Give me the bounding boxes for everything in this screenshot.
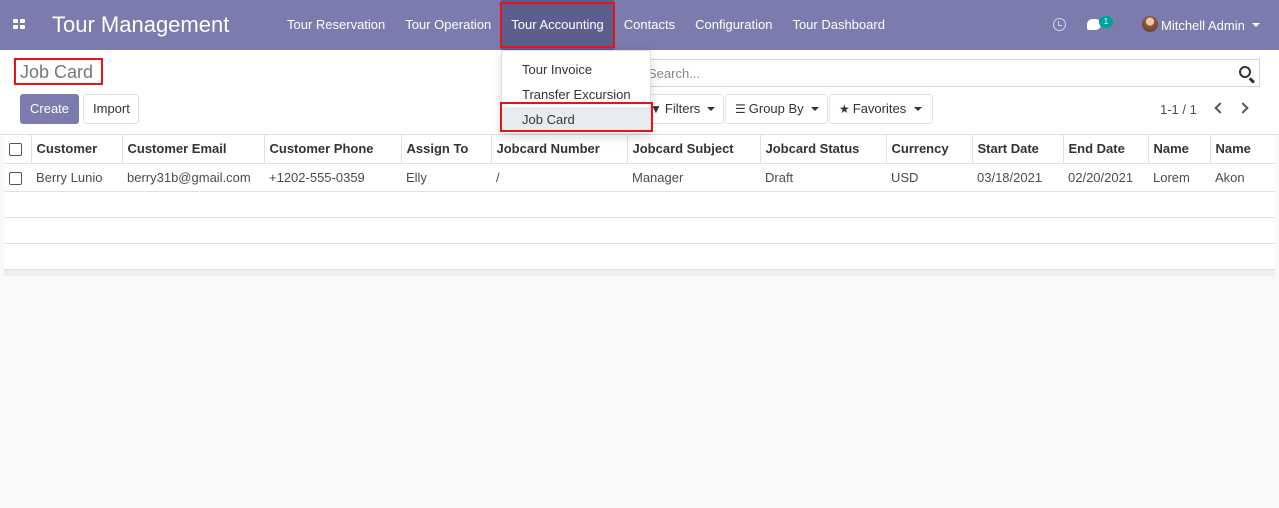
favorites-caret-icon (914, 107, 922, 111)
table-cell[interactable]: berry31b@gmail.com (122, 163, 264, 192)
column-header[interactable]: Customer Email (122, 135, 265, 164)
table-cell[interactable]: Draft (760, 163, 886, 192)
list-footer (4, 269, 1275, 276)
table-cell[interactable]: Akon (1210, 163, 1275, 192)
page-title: Job Card (20, 62, 94, 82)
list-bars-icon: ☰ (735, 102, 746, 116)
group-by-caret-icon (811, 107, 819, 111)
table-cell[interactable]: Manager (627, 163, 760, 192)
group-by-button[interactable]: ☰ Group By (725, 94, 828, 124)
filters-label: Filters (664, 101, 701, 116)
user-menu-name[interactable]: Mitchell Admin (1161, 18, 1245, 33)
table-cell[interactable]: Berry Lunio (31, 163, 122, 192)
menu-tour-reservation[interactable]: Tour Reservation (277, 0, 395, 50)
column-header[interactable]: Jobcard Status (760, 135, 887, 164)
select-all-cell (4, 135, 32, 164)
menu-configuration[interactable]: Configuration (685, 0, 782, 50)
apps-menu-icon[interactable] (13, 19, 26, 30)
column-header[interactable]: Name (1148, 135, 1211, 164)
empty-row (4, 243, 1275, 269)
column-header[interactable]: Start Date (972, 135, 1064, 164)
column-header[interactable]: Currency (886, 135, 973, 164)
filter-funnel-icon: ▼ (650, 102, 662, 116)
dropdown-item-tour-invoice[interactable]: Tour Invoice (502, 57, 650, 82)
column-header[interactable]: Customer (31, 135, 123, 164)
menu-tour-dashboard[interactable]: Tour Dashboard (782, 0, 895, 50)
search-icon[interactable] (1239, 66, 1251, 78)
empty-row (4, 217, 1275, 244)
table-cell[interactable]: Elly (401, 163, 491, 192)
user-avatar[interactable] (1142, 16, 1158, 32)
column-header[interactable]: Jobcard Number (491, 135, 628, 164)
tour-accounting-dropdown: Tour Invoice Transfer Excursion Job Card (501, 50, 651, 134)
list-view: Customer Customer Email Customer Phone A… (4, 135, 1275, 276)
column-header[interactable]: Assign To (401, 135, 492, 164)
column-header[interactable]: Jobcard Subject (627, 135, 761, 164)
activity-clock-icon[interactable] (1053, 18, 1066, 31)
row-checkbox[interactable] (9, 171, 22, 185)
chat-count-badge: 1 (1099, 16, 1113, 28)
menu-tour-operation[interactable]: Tour Operation (395, 0, 501, 50)
select-all-checkbox[interactable] (9, 143, 22, 157)
pager-previous-icon[interactable] (1214, 102, 1226, 114)
table-cell[interactable]: 02/20/2021 (1063, 163, 1148, 192)
top-navbar: Tour Management Tour Reservation Tour Op… (0, 0, 1279, 50)
empty-row (4, 191, 1275, 218)
import-button[interactable]: Import (83, 94, 139, 124)
group-by-label: Group By (748, 101, 804, 116)
create-button[interactable]: Create (20, 94, 79, 124)
column-header[interactable]: End Date (1063, 135, 1149, 164)
column-header[interactable]: Customer Phone (264, 135, 402, 164)
favorites-label: Favorites (852, 101, 907, 116)
app-brand[interactable]: Tour Management (52, 12, 229, 38)
row-select-cell (4, 163, 31, 192)
pager-value[interactable]: 1-1 / 1 (1160, 102, 1197, 117)
empty-content-area (4, 276, 1275, 508)
menu-tour-accounting[interactable]: Tour Accounting (501, 0, 614, 50)
job-card-table: Customer Customer Email Customer Phone A… (4, 135, 1275, 269)
table-cell[interactable]: +1202-555-0359 (264, 163, 401, 192)
table-cell[interactable]: 03/18/2021 (972, 163, 1063, 192)
favorites-button[interactable]: ★ Favorites (829, 94, 933, 124)
pager-next-icon[interactable] (1237, 102, 1249, 114)
user-menu-caret-icon[interactable] (1252, 23, 1260, 27)
menu-contacts[interactable]: Contacts (614, 0, 685, 50)
table-header-row: Customer Customer Email Customer Phone A… (4, 135, 1275, 164)
column-header[interactable]: Name (1210, 135, 1275, 164)
star-icon: ★ (839, 102, 850, 116)
table-row[interactable]: Berry Lunio berry31b@gmail.com +1202-555… (4, 163, 1275, 192)
table-cell[interactable]: Lorem (1148, 163, 1210, 192)
main-menu: Tour Reservation Tour Operation Tour Acc… (277, 0, 895, 50)
table-cell[interactable]: / (491, 163, 627, 192)
filters-button[interactable]: ▼ Filters (640, 94, 724, 124)
table-cell[interactable]: USD (886, 163, 972, 192)
dropdown-item-transfer-excursion[interactable]: Transfer Excursion (502, 82, 650, 107)
dropdown-item-job-card[interactable]: Job Card (502, 107, 650, 132)
search-bar (640, 59, 1260, 87)
filters-caret-icon (707, 107, 715, 111)
search-input[interactable] (641, 60, 1221, 86)
